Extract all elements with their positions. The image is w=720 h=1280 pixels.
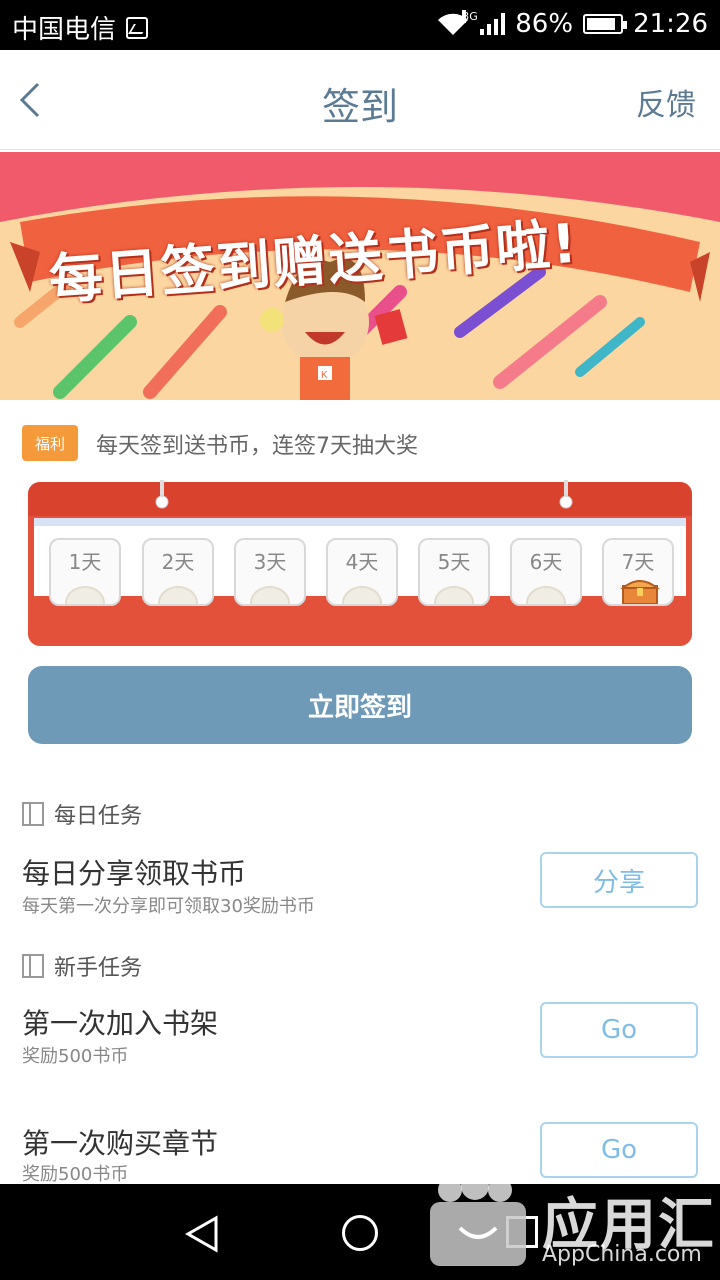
- day-cell-1: 1天: [49, 538, 121, 606]
- day-label: 7天: [621, 550, 655, 574]
- clock: 21:26: [633, 9, 708, 39]
- day-cell-6: 6天: [510, 538, 582, 606]
- day-cell-2: 2天: [142, 538, 214, 606]
- task-title: 第一次加入书架: [22, 1007, 219, 1040]
- battery-icon: [583, 14, 628, 34]
- battery-percent: 86%: [515, 9, 574, 39]
- carrier-label: 中国电信: [12, 15, 117, 45]
- mascot-badge: K: [321, 370, 328, 381]
- day-label: 5天: [437, 550, 471, 574]
- status-left: 中国电信: [12, 9, 149, 46]
- day-label: 1天: [68, 550, 102, 574]
- calendar-ring-right-icon: [559, 480, 573, 509]
- image-notification-icon: [126, 16, 149, 39]
- task-title: 第一次购买章节: [22, 1127, 219, 1160]
- sun-icon: [526, 586, 566, 604]
- nav-home-icon[interactable]: [342, 1215, 378, 1251]
- status-bar: 中国电信 3G 86% 21:26: [0, 0, 720, 50]
- day-cell-4: 4天: [326, 538, 398, 606]
- day-cell-5: 5天: [418, 538, 490, 606]
- day-cell-3: 3天: [234, 538, 306, 606]
- go-button-bookshelf[interactable]: Go: [540, 1002, 698, 1058]
- watermark-logo-icon: [430, 1158, 526, 1266]
- status-right: 3G 86% 21:26: [436, 9, 708, 39]
- welfare-badge: 福利: [22, 425, 78, 461]
- task-subtitle: 奖励500书币: [22, 1046, 129, 1067]
- newbie-tasks-heading: 新手任务: [22, 950, 142, 982]
- calendar-stripe: [34, 518, 686, 526]
- nav-back-icon[interactable]: [184, 1214, 220, 1254]
- promo-banner[interactable]: K 每日签到赠送书币啦!: [0, 152, 720, 400]
- welfare-description: 每天签到送书币，连签7天抽大奖: [96, 434, 418, 459]
- watermark-site: AppChina.com: [542, 1242, 702, 1267]
- task-title: 每日分享领取书币: [22, 857, 247, 890]
- day-cell-7: 7天: [602, 538, 674, 606]
- daily-tasks-heading: 每日任务: [22, 798, 142, 830]
- feedback-button[interactable]: 反馈: [636, 80, 696, 124]
- day-label: 3天: [253, 550, 287, 574]
- calendar-ring-left-icon: [155, 480, 169, 509]
- section-title: 新手任务: [54, 956, 143, 981]
- day-label: 2天: [161, 550, 195, 574]
- book-icon: [22, 802, 44, 826]
- sun-icon: [158, 586, 198, 604]
- book-icon: [22, 954, 44, 978]
- sign-in-button[interactable]: 立即签到: [28, 666, 692, 744]
- day-label: 4天: [345, 550, 379, 574]
- battery-fill: [587, 18, 615, 30]
- signal-icon: 3G: [462, 10, 506, 35]
- day-label: 6天: [529, 550, 563, 574]
- section-title: 每日任务: [54, 804, 143, 829]
- treasure-chest-icon: [620, 580, 660, 604]
- sun-icon: [250, 586, 290, 604]
- app-header: 签到 反馈: [0, 50, 720, 150]
- task-subtitle: 每天第一次分享即可领取30奖励书币: [22, 896, 315, 917]
- sun-icon: [434, 586, 474, 604]
- page-title: 签到: [321, 85, 398, 129]
- checkin-calendar: 1天 2天 3天 4天 5天 6天 7天: [28, 480, 692, 646]
- share-button[interactable]: 分享: [540, 852, 698, 908]
- network-type-label: 3G: [462, 10, 478, 23]
- appchina-watermark: 应用汇 AppChina.com: [420, 1150, 720, 1280]
- calendar-header: [28, 482, 692, 516]
- sun-icon: [342, 586, 382, 604]
- sun-icon: [65, 586, 105, 604]
- task-subtitle: 奖励500书币: [22, 1164, 129, 1185]
